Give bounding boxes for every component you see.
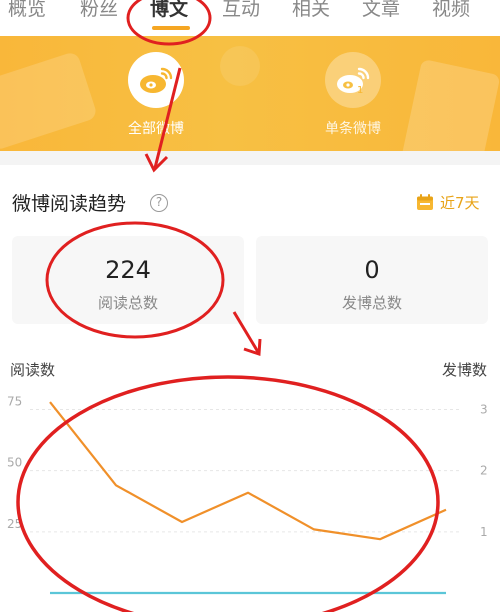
- banner-decoration: [399, 58, 500, 151]
- date-range-label: 近7天: [440, 194, 480, 212]
- y-tick-label-right: 1: [480, 525, 488, 539]
- y-tick-label-right: 3: [480, 402, 488, 416]
- help-icon[interactable]: ?: [150, 194, 168, 212]
- calendar-icon: [417, 194, 433, 210]
- tab-overview[interactable]: 概览: [8, 0, 46, 21]
- y-tick-label-left: 75: [7, 394, 22, 408]
- tab-articles[interactable]: 文章: [362, 0, 400, 21]
- option-single-weibo[interactable]: 1 单条微博: [298, 52, 408, 138]
- active-tab-indicator: [152, 26, 190, 30]
- y-tick-label-left: 25: [7, 517, 22, 531]
- date-range-selector[interactable]: 近7天: [416, 192, 480, 213]
- tab-fans[interactable]: 粉丝: [80, 0, 118, 21]
- metric-value: 224: [105, 256, 151, 284]
- option-label: 全部微博: [128, 121, 184, 137]
- right-axis-label: 发博数: [442, 361, 488, 379]
- tab-related[interactable]: 相关: [292, 0, 330, 21]
- option-all-weibo[interactable]: 全部微博: [101, 52, 211, 138]
- tab-bar: 概览 粉丝 博文 互动 相关 文章 视频: [0, 0, 500, 36]
- annotation-arrowhead: [243, 338, 262, 357]
- tab-interaction[interactable]: 互动: [222, 0, 260, 21]
- section-divider: [0, 151, 500, 165]
- left-axis-label: 阅读数: [10, 361, 56, 379]
- y-tick-label-right: 2: [480, 464, 488, 478]
- y-tick-label-left: 50: [7, 456, 22, 470]
- svg-text:1: 1: [357, 85, 363, 95]
- section-title: 微博阅读趋势: [12, 193, 127, 215]
- metric-value: 0: [364, 256, 380, 284]
- banner-decoration: [220, 46, 260, 86]
- metric-card-posts[interactable]: 0 发博总数: [256, 236, 488, 324]
- tab-posts[interactable]: 博文: [150, 0, 188, 21]
- metric-label: 阅读总数: [97, 294, 158, 312]
- post-type-banner: 全部微博 1 单条微博: [0, 36, 500, 151]
- option-label: 单条微博: [325, 121, 381, 137]
- tab-videos[interactable]: 视频: [432, 0, 470, 21]
- read-trend-chart: 75 50 25 3 2 1: [7, 394, 488, 595]
- weibo-logo-icon: [128, 52, 184, 108]
- metric-label: 发博总数: [341, 294, 402, 312]
- single-weibo-icon: 1: [325, 52, 381, 108]
- metric-card-reads[interactable]: 224 阅读总数: [12, 236, 244, 324]
- banner-decoration: [0, 50, 99, 151]
